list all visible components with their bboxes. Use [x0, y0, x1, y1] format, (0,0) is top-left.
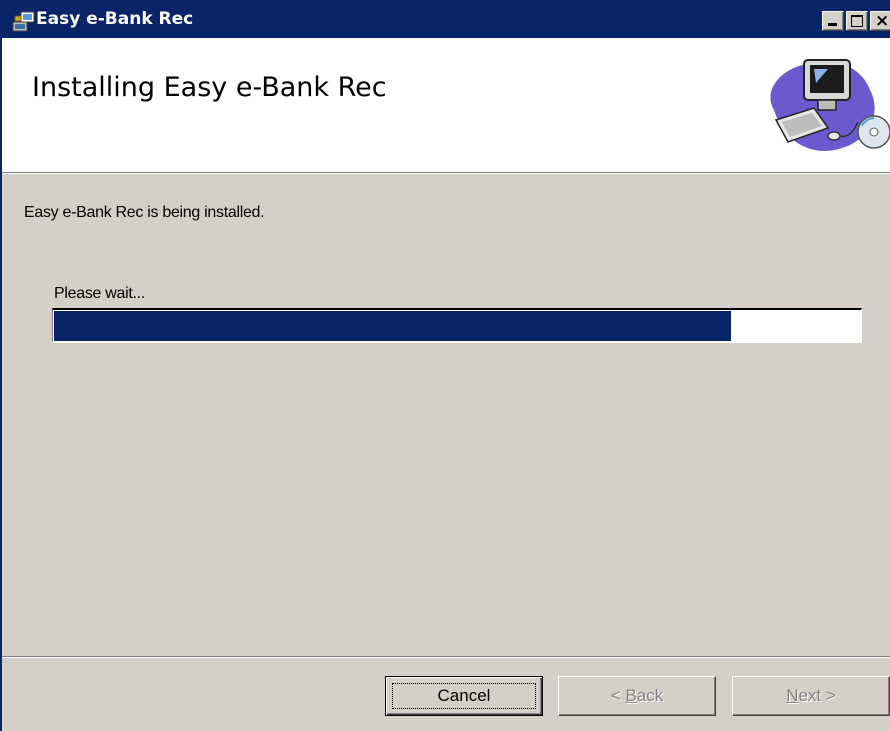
- installer-icon: [12, 11, 35, 32]
- back-button[interactable]: < Back: [558, 676, 716, 716]
- title-bar[interactable]: Easy e-Bank Rec ×: [2, 0, 890, 38]
- close-button[interactable]: ×: [870, 11, 890, 31]
- next-button-label: Next >: [786, 686, 836, 705]
- install-progress-bar: [52, 308, 862, 343]
- minimize-button[interactable]: [822, 11, 844, 31]
- maximize-button[interactable]: [846, 11, 868, 31]
- computer-setup-icon: [770, 59, 890, 151]
- next-button[interactable]: Next >: [732, 676, 890, 716]
- installer-window: Easy e-Bank Rec × Installing Easy e-Bank…: [0, 0, 890, 731]
- close-icon: ×: [875, 11, 890, 31]
- header-separator: [2, 172, 890, 174]
- please-wait-label: Please wait...: [54, 285, 145, 302]
- window-title: Easy e-Bank Rec: [36, 9, 194, 29]
- back-button-label: < Back: [610, 686, 664, 705]
- footer-separator: [2, 656, 890, 658]
- header-banner: Installing Easy e-Bank Rec: [2, 38, 890, 172]
- install-status-text: Easy e-Bank Rec is being installed.: [24, 204, 265, 221]
- focus-rectangle: [392, 683, 536, 709]
- cancel-button[interactable]: Cancel: [385, 676, 543, 716]
- page-title: Installing Easy e-Bank Rec: [32, 72, 387, 103]
- progress-fill: [54, 311, 731, 341]
